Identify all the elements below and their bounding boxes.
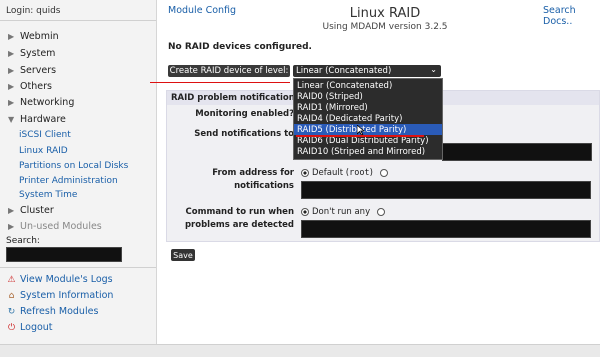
chevron-down-icon: ⌄: [430, 65, 437, 74]
sidebar-item-cluster[interactable]: ▶ Cluster: [8, 205, 54, 216]
sidebar: Login: quids ▶ Webmin ▶ System ▶ Servers…: [0, 0, 157, 344]
command-label-1: Command to run when: [185, 207, 294, 217]
link-label: View Module's Logs: [20, 274, 113, 285]
sidebar-item-hardware[interactable]: ▼ Hardware: [8, 114, 66, 125]
sidebar-item-linux-raid[interactable]: Linux RAID: [19, 146, 68, 156]
create-raid-button[interactable]: Create RAID device of level:: [168, 65, 290, 77]
logout-link[interactable]: ⏻ Logout: [6, 322, 53, 333]
sidebar-item-others[interactable]: ▶ Others: [8, 81, 52, 92]
sidebar-item-servers[interactable]: ▶ Servers: [8, 65, 56, 76]
chevron-right-icon: ▶: [8, 66, 15, 75]
sidebar-item-iscsi-client[interactable]: iSCSI Client: [19, 130, 71, 140]
chevron-right-icon: ▶: [8, 206, 15, 215]
mouse-cursor-icon: [357, 125, 365, 135]
dropdown-option-raid1[interactable]: RAID1 (Mirrored): [294, 102, 442, 113]
page-subtitle: Using MDADM version 3.2.5: [322, 22, 448, 32]
link-label: System Information: [20, 290, 114, 301]
page-title: Linux RAID: [349, 6, 421, 21]
sidebar-item-unused-modules[interactable]: ▶ Un-used Modules: [8, 221, 102, 232]
raid-level-select[interactable]: Linear (Concatenated) ⌄: [293, 65, 441, 77]
sidebar-divider: [0, 20, 156, 21]
chevron-right-icon: ▶: [8, 98, 15, 107]
sidebar-item-networking[interactable]: ▶ Networking: [8, 97, 74, 108]
dropdown-option-linear[interactable]: Linear (Concatenated): [294, 80, 442, 91]
power-icon: ⏻: [7, 322, 16, 333]
sidebar-item-printer-admin[interactable]: Printer Administration: [19, 176, 118, 186]
view-logs-link[interactable]: ⚠ View Module's Logs: [6, 274, 113, 285]
bottom-strip: [0, 344, 600, 357]
refresh-modules-link[interactable]: ↻ Refresh Modules: [6, 306, 99, 317]
link-label: Logout: [20, 322, 53, 333]
sidebar-item-label: Un-used Modules: [20, 221, 102, 232]
sidebar-divider: [0, 267, 156, 268]
sidebar-item-label: Others: [20, 81, 52, 92]
monitoring-label: Monitoring enabled?: [195, 109, 294, 119]
dropdown-option-raid10[interactable]: RAID10 (Striped and Mirrored): [294, 146, 442, 157]
dropdown-option-raid0[interactable]: RAID0 (Striped): [294, 91, 442, 102]
sidebar-item-system-time[interactable]: System Time: [19, 190, 77, 200]
link-label: Refresh Modules: [20, 306, 99, 317]
from-address-label-1: From address for: [212, 168, 294, 178]
chevron-right-icon: ▶: [8, 49, 15, 58]
radio-selected[interactable]: [301, 169, 309, 177]
annotation-underline: [150, 82, 290, 83]
no-raid-message: No RAID devices configured.: [168, 42, 312, 52]
system-information-link[interactable]: ⌂ System Information: [6, 290, 114, 301]
refresh-icon: ↻: [7, 306, 16, 317]
command-input[interactable]: [301, 220, 591, 238]
save-button[interactable]: Save: [171, 249, 195, 261]
chevron-down-icon: ▼: [8, 115, 15, 124]
sidebar-item-label: Webmin: [20, 31, 59, 42]
chevron-right-icon: ▶: [8, 82, 15, 91]
search-docs-link[interactable]: Search Docs..: [543, 5, 600, 27]
sidebar-item-label: System: [20, 48, 56, 59]
radio-unselected[interactable]: [377, 208, 386, 216]
sidebar-item-label: Cluster: [20, 205, 54, 216]
sidebar-item-system[interactable]: ▶ System: [8, 48, 55, 59]
from-address-input[interactable]: [301, 181, 591, 199]
login-label: Login: quids: [6, 6, 61, 16]
sidebar-item-webmin[interactable]: ▶ Webmin: [8, 31, 59, 42]
search-input[interactable]: [6, 247, 122, 262]
warning-icon: ⚠: [7, 274, 16, 285]
sidebar-item-label: Networking: [20, 97, 75, 108]
option-label: Don't run any: [312, 207, 371, 217]
annotation-underline: [296, 135, 424, 137]
raid-level-dropdown[interactable]: Linear (Concatenated) RAID0 (Striped) RA…: [293, 78, 443, 160]
sidebar-item-partitions[interactable]: Partitions on Local Disks: [19, 161, 128, 171]
from-default-option[interactable]: Default (root): [301, 168, 388, 178]
send-notifications-input[interactable]: [442, 143, 592, 161]
sidebar-item-label: Servers: [20, 65, 57, 76]
radio-selected[interactable]: [301, 208, 309, 216]
dropdown-option-raid5[interactable]: RAID5 (Distributed Parity): [294, 124, 442, 135]
from-address-label-2: notifications: [234, 181, 294, 191]
option-label: Default (: [312, 168, 350, 178]
dropdown-option-raid4[interactable]: RAID4 (Dedicated Parity): [294, 113, 442, 124]
command-label-2: problems are detected: [184, 220, 294, 230]
sidebar-item-label: Hardware: [20, 114, 66, 125]
module-config-link[interactable]: Module Config: [168, 5, 236, 16]
close-paren: ): [369, 168, 373, 178]
dont-run-option[interactable]: Don't run any: [301, 207, 386, 217]
chevron-right-icon: ▶: [8, 32, 15, 41]
root-code: root: [349, 168, 370, 178]
select-value: Linear (Concatenated): [296, 66, 392, 76]
search-label: Search:: [6, 236, 40, 246]
radio-unselected[interactable]: [379, 169, 388, 177]
send-notifications-label: Send notifications to: [194, 129, 294, 139]
house-icon: ⌂: [8, 290, 15, 301]
chevron-right-icon: ▶: [8, 222, 15, 231]
